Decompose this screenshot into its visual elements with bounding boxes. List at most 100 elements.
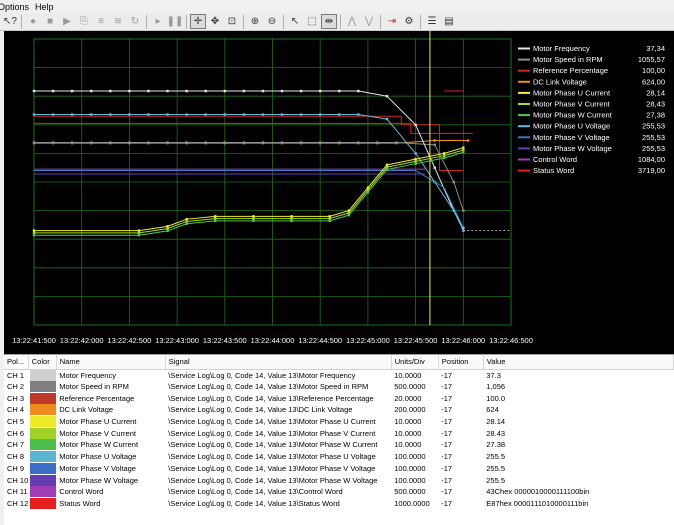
stop-icon[interactable]: ■ (42, 14, 58, 29)
table-row[interactable]: CH 8 Motor Phase U Voltage \Service Log\Lo… (4, 451, 674, 463)
units-cell: 20.0000 (394, 393, 422, 403)
name-cell: Control Word (59, 487, 104, 497)
trace-phase-u-voltage-point (280, 113, 284, 116)
color-swatch[interactable] (30, 439, 57, 451)
trace-motor-speed-point (319, 141, 322, 144)
peak-icon[interactable]: ⋀ (344, 14, 360, 29)
trace-motor-frequency-point (90, 89, 93, 93)
trace-phase-u-voltage-point (185, 113, 188, 116)
x-tick-label: 13:22:44:500 (298, 336, 342, 345)
color-swatch[interactable] (30, 486, 57, 498)
units-cell: 10.0000 (394, 417, 422, 427)
units-cell: 200.0000 (394, 405, 426, 415)
loop-icon[interactable]: ↻ (127, 14, 143, 29)
trace-motor-speed-point (242, 141, 246, 144)
trace-motor-frequency-point (338, 89, 341, 93)
trace-motor-frequency-point (414, 123, 417, 126)
play-icon[interactable]: ▶ (59, 14, 75, 29)
color-swatch[interactable] (30, 404, 57, 416)
color-cell (28, 474, 57, 486)
zoom-fit-icon[interactable]: ⊡ (224, 14, 240, 29)
col-header-position[interactable]: Position (438, 355, 484, 370)
signal-cell: \Service Log\Log 0, Code 14, Value 13\DC… (168, 405, 353, 415)
color-swatch[interactable] (30, 497, 57, 509)
color-swatch[interactable] (30, 427, 57, 439)
signal-cell: \Service Log\Log 0, Code 14, Value 13\Mo… (168, 475, 378, 485)
color-swatch[interactable] (30, 416, 57, 428)
help-cursor-icon[interactable]: ↖? (2, 14, 18, 29)
table-row[interactable]: CH 6 Motor Phase V Current \Service Log\Lo… (4, 427, 674, 439)
color-cell (28, 369, 57, 381)
settings-icon[interactable]: ⚙ (401, 14, 417, 29)
menu-bar: Options Help (0, 0, 674, 13)
cursor-pair-icon[interactable]: ⇹ (321, 14, 337, 29)
trace-phase-u-current-point (290, 215, 293, 218)
zoom-in-icon[interactable]: ⊕ (247, 14, 263, 29)
legend-value: 1055,57 (638, 55, 665, 64)
oscilloscope-plot[interactable]: Motor Frequency 37,34 Motor Speed in RPM 10… (4, 31, 674, 354)
trace-motor-frequency-point (433, 166, 436, 169)
pan-icon[interactable]: ✥ (207, 14, 223, 29)
table-icon[interactable]: ▤ (441, 14, 457, 29)
trace-motor-frequency-point (185, 89, 188, 93)
menu-help[interactable]: Help (35, 2, 60, 12)
trace-motor-speed-point (90, 141, 93, 144)
table-row[interactable]: CH 3 Reference Percentage \Service Log\Log… (4, 392, 674, 404)
trace-phase-v-current-point (32, 231, 36, 235)
color-swatch[interactable] (30, 392, 57, 404)
select-icon[interactable]: ⬚ (304, 14, 320, 29)
trace-phase-w-current-point (137, 233, 141, 237)
waveform-icon[interactable]: ≋ (110, 14, 126, 29)
record-icon[interactable]: ● (25, 14, 41, 29)
zoom-out-icon[interactable]: ⊖ (264, 14, 280, 29)
play-small-icon[interactable]: ▸ (150, 14, 166, 29)
crosshair-icon[interactable]: ✛ (190, 14, 206, 29)
col-header-signal[interactable]: Signal (165, 355, 392, 370)
export-icon[interactable]: ⎘ (76, 14, 92, 29)
trace-motor-speed-point (223, 141, 226, 144)
col-header-name[interactable]: Name (56, 355, 166, 370)
color-swatch[interactable] (30, 369, 57, 381)
table-row[interactable]: CH 2 Motor Speed in RPM \Service Log\Log 0… (4, 381, 674, 393)
color-cell (28, 427, 57, 439)
table-row[interactable]: CH 12 Status Word \Service Log\Log 0, Code… (4, 497, 674, 510)
legend-label: Motor Phase V Voltage (533, 133, 610, 142)
table-row[interactable]: CH 10 Motor Phase W Voltage \Service Log\L… (4, 474, 674, 486)
color-swatch[interactable] (30, 381, 57, 393)
pause-icon[interactable]: ❚❚ (167, 14, 184, 29)
list-icon[interactable]: ☰ (424, 14, 440, 29)
table-row[interactable]: CH 9 Motor Phase V Voltage \Service Log\Lo… (4, 462, 674, 475)
menu-options[interactable]: Options (0, 2, 35, 12)
trigger-icon[interactable]: ⇥ (384, 14, 400, 29)
color-swatch[interactable] (30, 451, 57, 463)
col-header-units[interactable]: Units/Div (391, 355, 439, 370)
table-row[interactable]: CH 1 Motor Frequency \Service Log\Log 0, C… (4, 369, 674, 381)
x-tick-label: 13:22:45:000 (346, 336, 390, 345)
color-swatch[interactable] (30, 474, 57, 486)
trace-phase-u-current-point (166, 225, 169, 228)
pointer-icon[interactable]: ↖ (287, 14, 303, 29)
value-cell: 28.14 (486, 417, 506, 427)
table-row[interactable]: CH 7 Motor Phase W Current \Service Log\Lo… (4, 439, 674, 451)
trace-motor-speed-point (357, 141, 360, 144)
legend-value: 28,14 (646, 88, 665, 97)
color-swatch[interactable] (30, 462, 57, 474)
signal-settings-icon[interactable]: ≡ (93, 14, 109, 29)
table-row[interactable]: CH 11 Control Word \Service Log\Log 0, Cod… (4, 486, 674, 498)
col-header-color[interactable]: Color (28, 355, 57, 370)
legend-label: DC Link Voltage (533, 77, 587, 86)
trace-phase-v-current-point (290, 217, 293, 220)
trace-phase-w-current-point (414, 162, 417, 165)
color-cell (28, 416, 57, 428)
trace-motor-frequency-point (166, 89, 169, 93)
col-header-pol[interactable]: Pol... (4, 355, 29, 370)
trace-motor-speed-point (204, 141, 207, 144)
table-row[interactable]: CH 4 DC Link Voltage \Service Log\Log 0, C… (4, 404, 674, 416)
trace-motor-frequency-point (357, 89, 360, 93)
valley-icon[interactable]: ⋁ (361, 14, 377, 29)
value-cell: 255.5 (486, 452, 506, 462)
col-header-value[interactable]: Value (483, 355, 674, 370)
plot-canvas[interactable]: Motor Frequency 37,34 Motor Speed in RPM 10… (4, 31, 674, 354)
toolbar-separator (283, 14, 284, 29)
table-row[interactable]: CH 5 Motor Phase U Current \Service Log\Lo… (4, 416, 674, 428)
